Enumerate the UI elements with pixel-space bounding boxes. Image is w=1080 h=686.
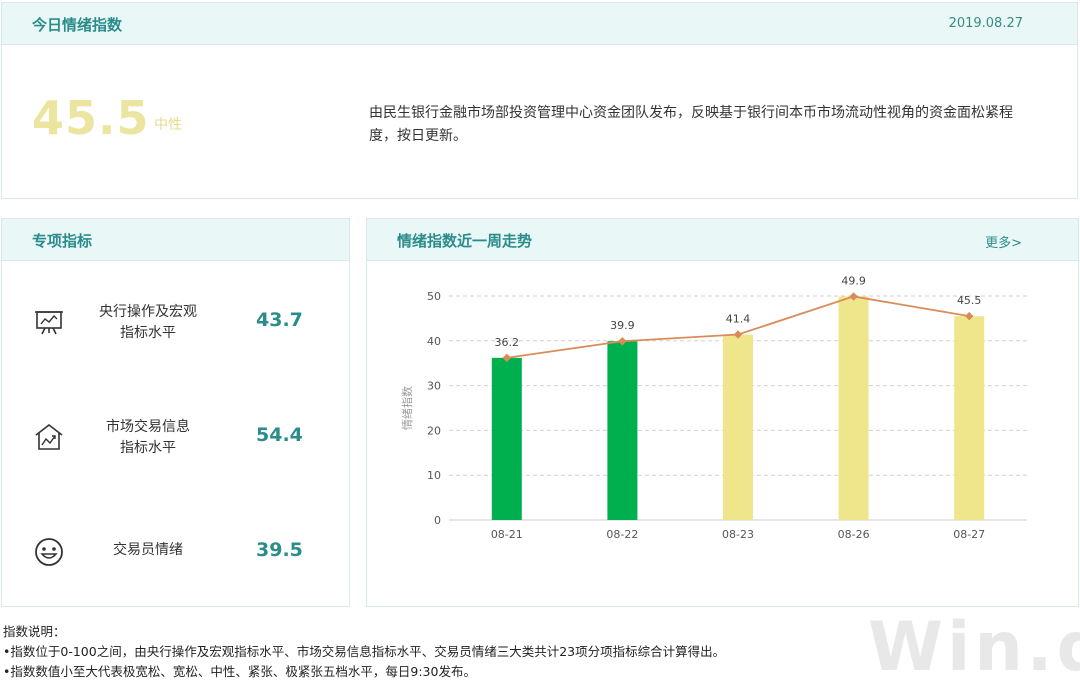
notes-line-1: •指数位于0-100之间，由央行操作及宏观指标水平、市场交易信息指标水平、交易员… bbox=[3, 644, 726, 659]
bar bbox=[838, 296, 869, 520]
x-tick-label: 08-21 bbox=[491, 528, 523, 541]
trend-chart: 0 10 20 30 40 50 情绪指数 08-21 08-22 08-23 08-26 08-27… bbox=[400, 274, 1027, 541]
y-tick-label: 20 bbox=[427, 424, 441, 437]
indicator-market-trading: 市场交易信息 指标水平 54.4 bbox=[2, 406, 351, 466]
bar bbox=[723, 334, 753, 520]
data-label: 45.5 bbox=[957, 294, 982, 307]
indicator-value: 54.4 bbox=[256, 424, 303, 446]
x-tick-label: 08-27 bbox=[953, 528, 985, 541]
notes-title: 指数说明： bbox=[3, 624, 66, 639]
indicator-label-line1: 央行操作及宏观 bbox=[99, 304, 197, 320]
index-description: 由民生银行金融市场部投资管理中心资金团队发布，反映基于银行间本币市场流动性视角的… bbox=[369, 105, 1013, 144]
y-tick-label: 50 bbox=[427, 290, 441, 303]
notes-line-2: •指数数值小至大代表极宽松、宽松、中性、紧张、极紧张五档水平，每日9:30发布。 bbox=[3, 664, 476, 679]
presentation-board-icon bbox=[35, 311, 63, 335]
data-label: 49.9 bbox=[841, 274, 866, 287]
indicator-label-line2: 指标水平 bbox=[120, 325, 176, 341]
smiley-face-icon bbox=[35, 538, 63, 566]
data-label: 39.9 bbox=[610, 319, 635, 332]
today-sentiment-panel: 今日情绪指数 2019.08.27 45.5 中性 由民生银行金融市场部投资管理… bbox=[1, 2, 1078, 199]
weekly-trend-panel: 情绪指数近一周走势 更多> 0 10 20 30 40 50 情绪指数 08-21 08-22 0… bbox=[366, 218, 1079, 607]
today-panel-header: 今日情绪指数 2019.08.27 bbox=[2, 3, 1077, 45]
special-panel-title: 专项指标 bbox=[32, 232, 93, 250]
indicator-trader-sentiment: 交易员情绪 39.5 bbox=[2, 521, 351, 581]
trend-panel-title: 情绪指数近一周走势 bbox=[397, 232, 533, 250]
indicator-value: 39.5 bbox=[256, 539, 303, 561]
special-indicators-panel: 专项指标 央行操作及宏观 指标水平 43.7 市场交易信息 指标水平 54.4 bbox=[1, 218, 350, 607]
indicator-value: 43.7 bbox=[256, 309, 303, 331]
data-label: 36.2 bbox=[495, 336, 520, 349]
x-tick-label: 08-23 bbox=[722, 528, 754, 541]
x-tick-label: 08-22 bbox=[606, 528, 638, 541]
x-tick-label: 08-26 bbox=[838, 528, 870, 541]
y-tick-label: 0 bbox=[434, 514, 441, 527]
indicator-label-line1: 交易员情绪 bbox=[113, 542, 183, 558]
y-tick-label: 40 bbox=[427, 335, 441, 348]
today-panel-title: 今日情绪指数 bbox=[32, 16, 123, 34]
market-house-icon bbox=[35, 423, 63, 450]
today-index-level: 中性 bbox=[154, 117, 182, 133]
y-axis-label: 情绪指数 bbox=[400, 386, 414, 430]
bar bbox=[607, 341, 638, 520]
trend-panel-header: 情绪指数近一周走势 更多> bbox=[367, 219, 1078, 261]
bar bbox=[491, 357, 522, 520]
more-link[interactable]: 更多> bbox=[985, 232, 1022, 251]
index-date: 2019.08.27 bbox=[948, 16, 1023, 31]
today-index-value: 45.5 bbox=[32, 91, 150, 145]
wind-watermark: Win.d bbox=[868, 608, 1080, 686]
indicator-label-line2: 指标水平 bbox=[120, 440, 176, 456]
bar bbox=[954, 316, 985, 520]
indicator-central-bank: 央行操作及宏观 指标水平 43.7 bbox=[2, 291, 351, 351]
y-tick-label: 30 bbox=[427, 380, 441, 393]
index-notes: 指数说明： •指数位于0-100之间，由央行操作及宏观指标水平、市场交易信息指标… bbox=[3, 622, 725, 682]
data-label: 41.4 bbox=[726, 313, 751, 326]
special-panel-header: 专项指标 bbox=[2, 219, 349, 261]
y-tick-label: 10 bbox=[427, 469, 441, 482]
indicator-label-line1: 市场交易信息 bbox=[106, 419, 190, 435]
